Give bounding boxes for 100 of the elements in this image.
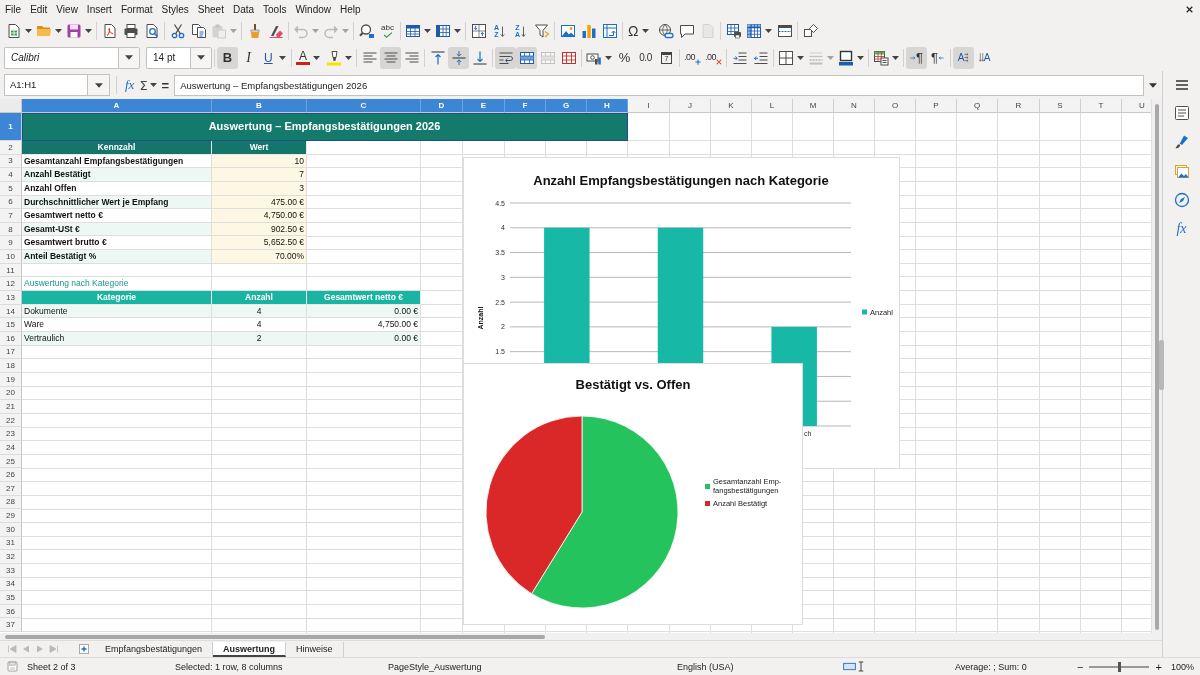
menu-item[interactable]: File	[5, 3, 22, 15]
row-header[interactable]: 24	[0, 441, 22, 455]
selection-rectangle-icon[interactable]	[843, 662, 856, 671]
column-header[interactable]: I	[628, 99, 670, 113]
left-to-right-button[interactable]: ¶	[906, 46, 927, 69]
wrap-button[interactable]	[495, 46, 516, 69]
row-header[interactable]: 32	[0, 550, 22, 564]
zoom-in-button[interactable]: +	[1155, 660, 1162, 673]
column-header[interactable]: G	[546, 99, 587, 113]
column-header[interactable]: U	[1122, 99, 1151, 113]
column-header[interactable]: B	[212, 99, 307, 113]
number-button[interactable]: 0.0	[635, 46, 656, 69]
row-header[interactable]: 26	[0, 468, 22, 482]
menu-item[interactable]: Help	[340, 3, 361, 15]
row-header[interactable]: 12	[0, 277, 22, 292]
menu-item[interactable]: Sheet	[197, 3, 224, 15]
column-header[interactable]: R	[998, 99, 1040, 113]
row-header[interactable]: 15	[0, 318, 22, 332]
name-box[interactable]: A1:H1	[4, 74, 87, 96]
row-header[interactable]: 1	[0, 113, 22, 141]
column-header[interactable]: P	[916, 99, 957, 113]
close-icon[interactable]	[1185, 4, 1194, 14]
column-header[interactable]: L	[752, 99, 793, 113]
row-header[interactable]: 2	[0, 141, 22, 155]
title-cell[interactable]: Auswertung – Empfangsbestätigungen 2026	[22, 113, 628, 141]
row-header[interactable]: 37	[0, 618, 22, 633]
row-header[interactable]: 23	[0, 427, 22, 442]
italic-button[interactable]: I	[238, 46, 259, 69]
dropdown-button[interactable]	[190, 46, 212, 69]
menu-item[interactable]: Format	[120, 3, 153, 15]
sheet-cell[interactable]: 70.00%	[212, 250, 307, 264]
sheet-cell[interactable]: 4,750.00 €	[212, 209, 307, 223]
column-header[interactable]: T	[1081, 99, 1122, 113]
navigator-button[interactable]	[1172, 191, 1191, 209]
right-to-left-button[interactable]: ¶	[927, 46, 948, 69]
column-header[interactable]: D	[421, 99, 463, 113]
function-wizard-button[interactable]: fx	[123, 77, 137, 93]
functions-button[interactable]: fx	[1172, 220, 1191, 238]
underline-button[interactable]: U	[259, 46, 289, 69]
menu-item[interactable]: Tools	[263, 3, 287, 15]
row-header[interactable]: 7	[0, 209, 22, 223]
column-header[interactable]: C	[307, 99, 421, 113]
menu-item[interactable]: Edit	[30, 3, 48, 15]
sheet-cell[interactable]: 5,652.50 €	[212, 236, 307, 251]
row-header[interactable]: 35	[0, 591, 22, 605]
gallery-button[interactable]	[1172, 162, 1191, 180]
sidebar-handle[interactable]	[1159, 340, 1164, 390]
caret-icon[interactable]	[149, 83, 157, 87]
percent-button[interactable]: %	[614, 46, 635, 69]
properties-button[interactable]	[1172, 104, 1191, 122]
column-header[interactable]: E	[463, 99, 505, 113]
menu-icon[interactable]	[1173, 77, 1190, 93]
header-cell[interactable]: Kennzahl	[22, 141, 212, 155]
header-cell[interactable]: Wert	[212, 141, 307, 155]
column-header[interactable]: Q	[957, 99, 998, 113]
text-vertical-button[interactable]: A	[974, 46, 995, 69]
add-decimal-button[interactable]: .00	[682, 46, 703, 69]
formula-button[interactable]: =	[159, 77, 172, 93]
row-header[interactable]: 18	[0, 359, 22, 373]
column-header[interactable]: S	[1040, 99, 1081, 113]
bold-button[interactable]: B	[217, 46, 238, 69]
sheet-tab[interactable]: Auswertung	[213, 641, 287, 657]
text-cursor-icon[interactable]	[858, 661, 864, 672]
sheet-tab[interactable]: Hinweise	[286, 641, 344, 657]
menu-item[interactable]: View	[56, 3, 78, 15]
column-header[interactable]: O	[875, 99, 916, 113]
font-size-field[interactable]: 14 pt	[146, 46, 190, 69]
menu-item[interactable]: Styles	[161, 3, 189, 15]
slider-thumb[interactable]	[1117, 661, 1121, 672]
row-header[interactable]: 29	[0, 509, 22, 523]
row-header[interactable]: 10	[0, 250, 22, 264]
dropdown-button[interactable]	[87, 74, 110, 96]
spelling-button[interactable]: abc	[377, 20, 398, 42]
sum-button[interactable]: Σ	[138, 77, 149, 93]
plus-icon[interactable]	[79, 644, 89, 654]
column-header[interactable]: H	[587, 99, 628, 113]
zoom-out-button[interactable]: −	[1077, 660, 1084, 673]
font-color-button[interactable]: A	[294, 46, 324, 69]
column-header[interactable]: A	[22, 99, 212, 113]
sheet-cell[interactable]: Anteil Bestätigt %	[22, 250, 212, 264]
row-header[interactable]: 21	[0, 400, 22, 414]
formula-input[interactable]: Auswertung – Empfangsbestätigungen 2026	[174, 74, 1144, 96]
row-header[interactable]: 13	[0, 291, 22, 305]
menu-item[interactable]: Data	[232, 3, 255, 15]
menu-item[interactable]: Insert	[86, 3, 112, 15]
styles-button[interactable]	[1172, 133, 1191, 151]
dropdown-button[interactable]	[118, 46, 140, 69]
delete-decimal-button[interactable]: .00	[703, 46, 724, 69]
text-horizontal-button[interactable]: A	[953, 46, 974, 69]
font-name-field[interactable]: Calibri	[4, 46, 118, 69]
scrollbar-thumb[interactable]	[5, 634, 545, 639]
row-header[interactable]: 4	[0, 168, 22, 182]
special-character-button[interactable]: Ω	[625, 20, 655, 42]
caret-icon[interactable]	[1149, 82, 1157, 88]
row-header[interactable]: 9	[0, 236, 22, 251]
column-header[interactable]: F	[505, 99, 546, 113]
column-header[interactable]: N	[834, 99, 875, 113]
sheet-cell[interactable]: Anzahl Bestätigt	[22, 168, 212, 182]
column-header[interactable]: M	[793, 99, 834, 113]
merge-center-button[interactable]	[516, 46, 537, 69]
